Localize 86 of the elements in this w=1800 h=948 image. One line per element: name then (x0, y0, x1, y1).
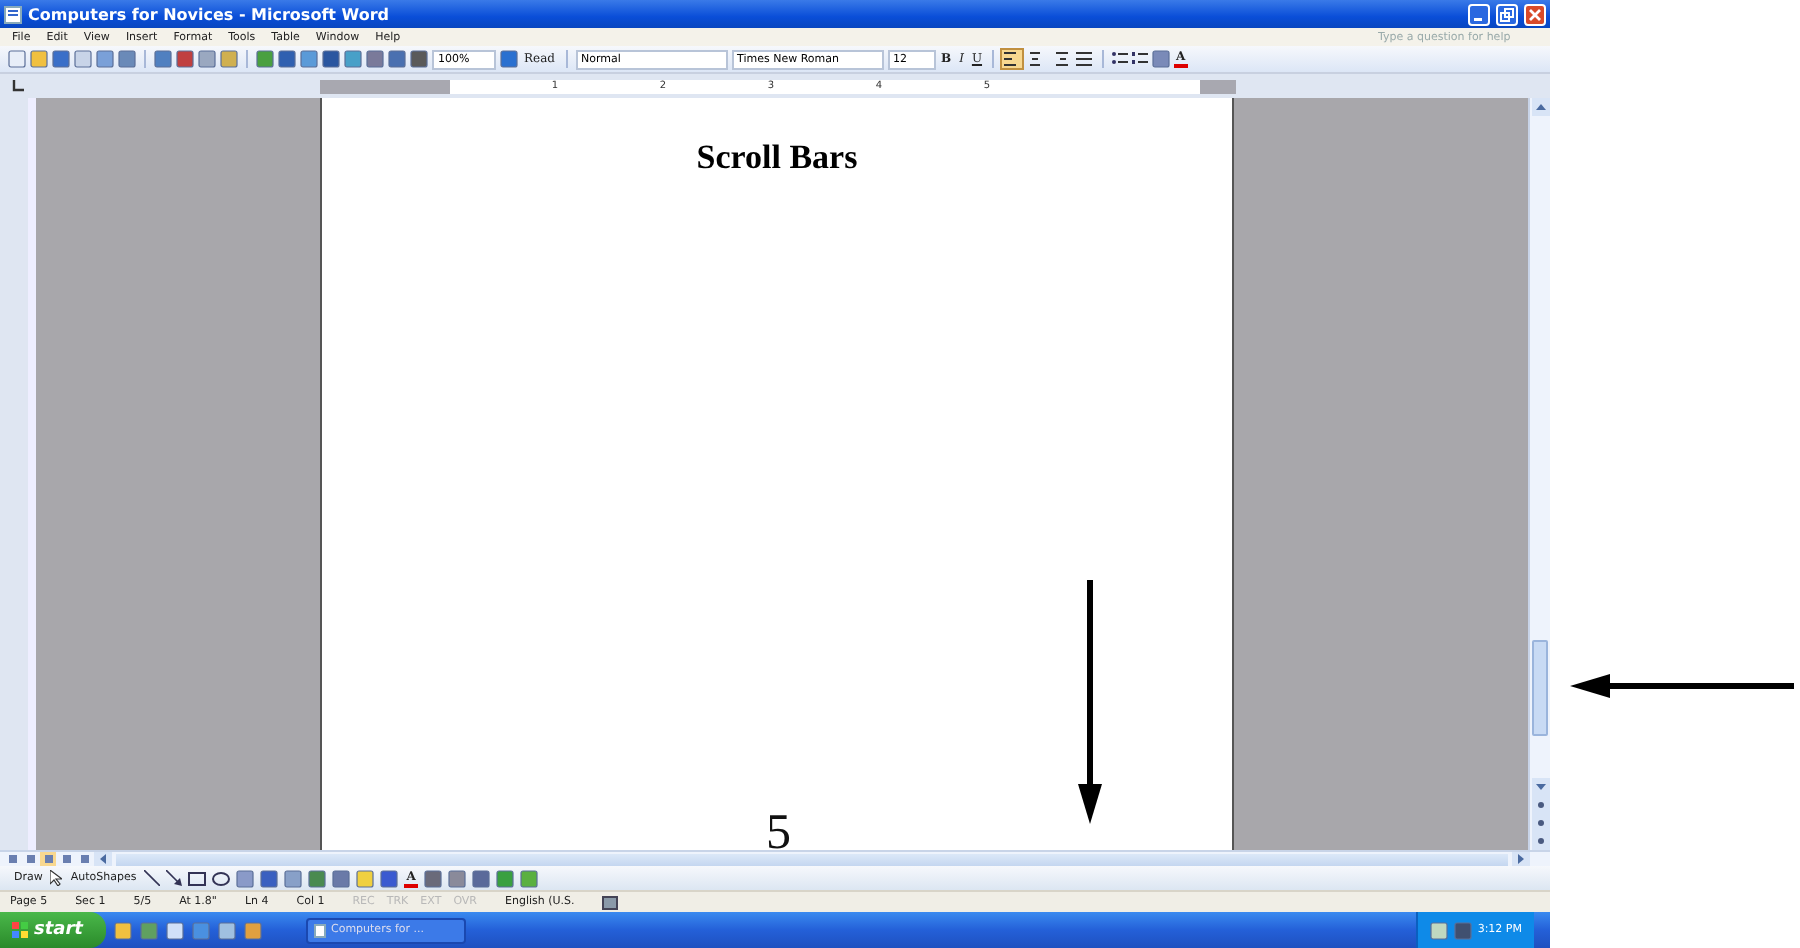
square-icon[interactable] (366, 50, 384, 68)
square-icon[interactable] (388, 50, 406, 68)
square-icon[interactable] (380, 869, 399, 887)
square-icon[interactable] (236, 869, 255, 887)
scroll-up-button[interactable] (1531, 98, 1549, 116)
square-icon[interactable] (447, 869, 466, 887)
square-icon[interactable] (1453, 921, 1472, 939)
ruler-margin (320, 79, 450, 93)
square-icon[interactable] (284, 869, 303, 887)
restore-button[interactable] (1496, 3, 1518, 25)
rectangle-icon[interactable] (188, 871, 207, 885)
page-heading: Scroll Bars (696, 138, 858, 178)
square-icon[interactable] (30, 50, 48, 68)
square-icon[interactable] (176, 50, 194, 68)
bullet-list-icon[interactable] (1112, 52, 1129, 66)
page-number: 5 (766, 808, 791, 858)
scroll-thumb[interactable] (1532, 640, 1548, 736)
tab-stop-icon[interactable] (12, 80, 24, 92)
view-button[interactable] (58, 852, 74, 866)
window-title: Computers for Novices - Microsoft Word (28, 5, 391, 23)
arrow-icon[interactable] (166, 870, 183, 886)
dot-icon (1537, 838, 1543, 844)
scroll-left-button[interactable] (94, 852, 112, 866)
square-icon[interactable] (256, 50, 274, 68)
scroll-right-button[interactable] (1512, 852, 1530, 866)
view-button[interactable] (76, 852, 92, 866)
align-lines-icon (1076, 52, 1093, 66)
square-icon[interactable] (166, 921, 185, 939)
square-icon[interactable] (260, 869, 279, 887)
align-lines-icon (1028, 52, 1045, 66)
square-icon[interactable] (332, 869, 351, 887)
oval-icon[interactable] (212, 871, 231, 885)
view-button[interactable] (22, 852, 38, 866)
align-lines-icon (1004, 52, 1021, 66)
square-icon[interactable] (519, 869, 538, 887)
square-icon[interactable] (322, 50, 340, 68)
square-icon[interactable] (308, 869, 327, 887)
square-icon[interactable] (344, 50, 362, 68)
square-icon[interactable] (356, 869, 375, 887)
minimize-button[interactable] (1468, 3, 1490, 25)
square-icon[interactable] (1152, 50, 1171, 68)
align-button[interactable] (1002, 50, 1023, 68)
square-icon[interactable] (244, 921, 263, 939)
book-icon (602, 895, 619, 909)
square-icon[interactable] (52, 50, 70, 68)
windows-flag-icon (12, 922, 28, 938)
up-arrow-icon (1535, 104, 1545, 110)
square-icon[interactable] (278, 50, 296, 68)
vertical-scrollbar[interactable] (1528, 98, 1550, 850)
square-icon[interactable] (114, 921, 133, 939)
numbered-list-icon[interactable] (1132, 52, 1149, 66)
down-arrow-icon (1535, 784, 1545, 790)
right-arrow-icon (1518, 854, 1524, 864)
square-icon[interactable] (500, 50, 518, 68)
line-icon[interactable] (144, 870, 161, 886)
close-icon (1528, 7, 1542, 21)
square-icon[interactable] (154, 50, 172, 68)
next-page-button[interactable] (1531, 832, 1549, 850)
scroll-down-button[interactable] (1531, 778, 1549, 796)
square-icon[interactable] (220, 50, 238, 68)
square-icon[interactable] (218, 921, 237, 939)
square-icon[interactable] (423, 869, 442, 887)
square-icon[interactable] (96, 50, 114, 68)
align-button[interactable] (1050, 50, 1071, 68)
square-icon[interactable] (1429, 921, 1448, 939)
square-icon[interactable] (471, 869, 490, 887)
align-lines-icon (1052, 52, 1069, 66)
restore-icon (1500, 7, 1514, 21)
square-icon[interactable] (198, 50, 216, 68)
horizontal-scrollbar[interactable] (116, 853, 1508, 865)
square-icon[interactable] (410, 50, 428, 68)
document-icon (314, 923, 327, 937)
view-button[interactable] (4, 852, 20, 866)
dot-icon (1537, 802, 1543, 808)
square-icon[interactable] (300, 50, 318, 68)
document-icon (4, 5, 22, 23)
square-icon[interactable] (495, 869, 514, 887)
close-button[interactable] (1524, 3, 1546, 25)
square-icon[interactable] (74, 50, 92, 68)
dot-icon (1537, 820, 1543, 826)
left-arrow-icon (100, 854, 106, 864)
square-icon[interactable] (8, 50, 26, 68)
pointer-icon[interactable] (50, 870, 63, 886)
ruler-margin (1200, 79, 1236, 93)
square-icon[interactable] (118, 50, 136, 68)
align-button[interactable] (1074, 50, 1095, 68)
